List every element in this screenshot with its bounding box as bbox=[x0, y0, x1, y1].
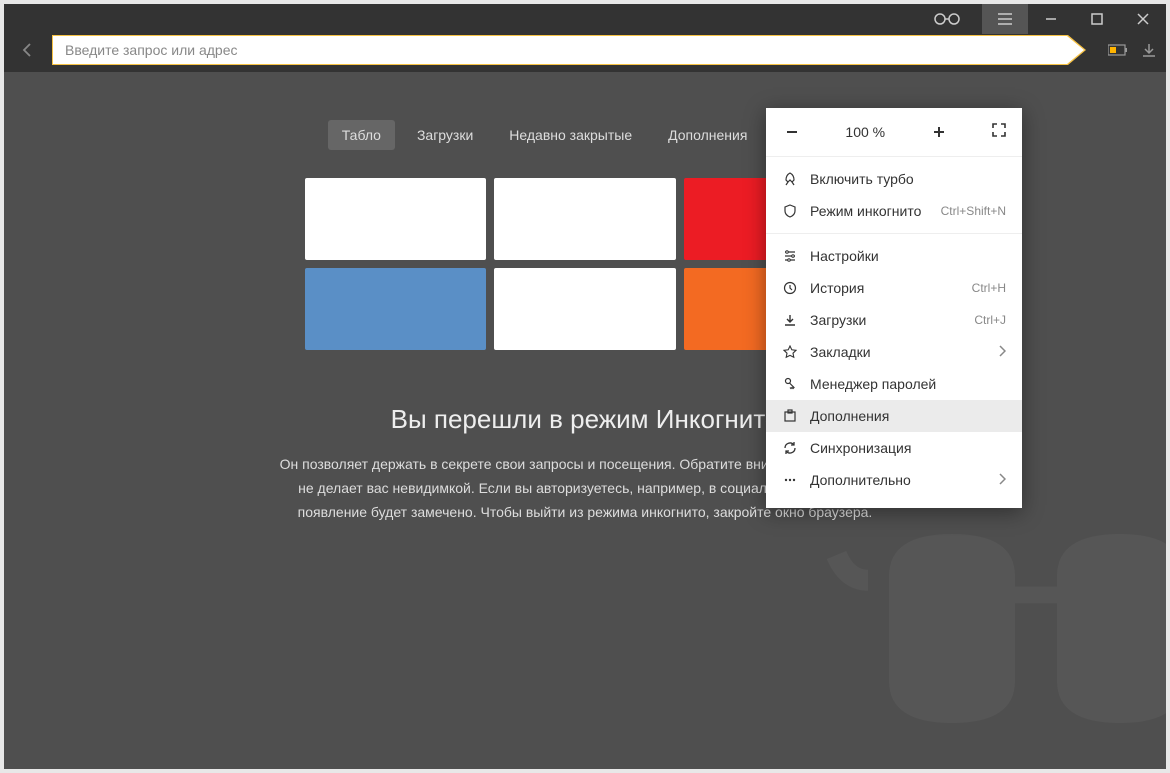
tile-1[interactable] bbox=[305, 178, 486, 260]
menu-item-label: Загрузки bbox=[810, 312, 962, 328]
rocket-icon bbox=[782, 171, 798, 187]
menu-item-label: Включить турбо bbox=[810, 171, 1006, 187]
menu-item-label: Менеджер паролей bbox=[810, 376, 1006, 392]
zoom-row: 100 % bbox=[766, 108, 1022, 157]
tab-tablo[interactable]: Табло bbox=[328, 120, 395, 150]
tab-recent[interactable]: Недавно закрытые bbox=[495, 120, 646, 150]
incognito-glasses-icon bbox=[924, 4, 970, 34]
tab-addons[interactable]: Дополнения bbox=[654, 120, 761, 150]
menu-item-passwords[interactable]: Менеджер паролей bbox=[766, 368, 1022, 400]
chevron-right-icon bbox=[998, 472, 1006, 488]
battery-icon bbox=[1108, 44, 1128, 56]
zoom-in-button[interactable] bbox=[929, 122, 949, 142]
menu-item-addons[interactable]: Дополнения bbox=[766, 400, 1022, 432]
sync-icon bbox=[782, 440, 798, 456]
menu-item-label: Закладки bbox=[810, 344, 986, 360]
menu-item-label: История bbox=[810, 280, 960, 296]
shield-icon bbox=[782, 203, 798, 219]
menu-item-history[interactable]: История Ctrl+H bbox=[766, 272, 1022, 304]
address-input[interactable] bbox=[52, 35, 1068, 65]
sliders-icon bbox=[782, 248, 798, 264]
tile-2[interactable] bbox=[494, 178, 675, 260]
clock-icon bbox=[782, 280, 798, 296]
zoom-level-label: 100 % bbox=[845, 124, 885, 140]
menu-section-1: Включить турбо Режим инкогнито Ctrl+Shif… bbox=[766, 157, 1022, 234]
menu-item-shortcut: Ctrl+J bbox=[974, 313, 1006, 327]
tile-4[interactable] bbox=[305, 268, 486, 350]
menu-item-more[interactable]: Дополнительно bbox=[766, 464, 1022, 496]
close-button[interactable] bbox=[1120, 4, 1166, 34]
download-icon bbox=[782, 312, 798, 328]
titlebar bbox=[4, 4, 1166, 34]
menu-item-label: Настройки bbox=[810, 248, 1006, 264]
minimize-button[interactable] bbox=[1028, 4, 1074, 34]
menu-item-label: Дополнения bbox=[810, 408, 1006, 424]
menu-button[interactable] bbox=[982, 4, 1028, 34]
main-menu-dropdown: 100 % Включить турбо Режим инкогнито Ctr… bbox=[766, 108, 1022, 508]
content-area: Табло Загрузки Недавно закрытые Дополнен… bbox=[4, 72, 1166, 769]
menu-item-incognito[interactable]: Режим инкогнито Ctrl+Shift+N bbox=[766, 195, 1022, 227]
address-bar bbox=[4, 34, 1166, 72]
menu-item-label: Режим инкогнито bbox=[810, 203, 929, 219]
menu-section-2: Настройки История Ctrl+H Загрузки Ctrl+J… bbox=[766, 234, 1022, 502]
back-button[interactable] bbox=[14, 36, 42, 64]
dots-icon bbox=[782, 472, 798, 488]
browser-window: Табло Загрузки Недавно закрытые Дополнен… bbox=[4, 4, 1166, 769]
zoom-out-button[interactable] bbox=[782, 122, 802, 142]
chevron-right-icon bbox=[998, 344, 1006, 360]
maximize-button[interactable] bbox=[1074, 4, 1120, 34]
menu-item-label: Дополнительно bbox=[810, 472, 986, 488]
key-icon bbox=[782, 376, 798, 392]
puzzle-icon bbox=[782, 408, 798, 424]
menu-item-turbo[interactable]: Включить турбо bbox=[766, 163, 1022, 195]
menu-item-shortcut: Ctrl+Shift+N bbox=[941, 204, 1006, 218]
status-icons bbox=[1108, 43, 1156, 57]
tab-downloads[interactable]: Загрузки bbox=[403, 120, 487, 150]
menu-item-bookmarks[interactable]: Закладки bbox=[766, 336, 1022, 368]
star-icon bbox=[782, 344, 798, 360]
downloads-tray-icon[interactable] bbox=[1142, 43, 1156, 57]
address-input-wrap bbox=[52, 35, 1068, 65]
menu-item-settings[interactable]: Настройки bbox=[766, 240, 1022, 272]
tile-5[interactable] bbox=[494, 268, 675, 350]
menu-item-label: Синхронизация bbox=[810, 440, 1006, 456]
menu-item-shortcut: Ctrl+H bbox=[972, 281, 1006, 295]
menu-item-sync[interactable]: Синхронизация bbox=[766, 432, 1022, 464]
fullscreen-button[interactable] bbox=[992, 123, 1006, 142]
address-arrow-decoration-inner bbox=[1067, 36, 1084, 64]
menu-item-downloads[interactable]: Загрузки Ctrl+J bbox=[766, 304, 1022, 336]
